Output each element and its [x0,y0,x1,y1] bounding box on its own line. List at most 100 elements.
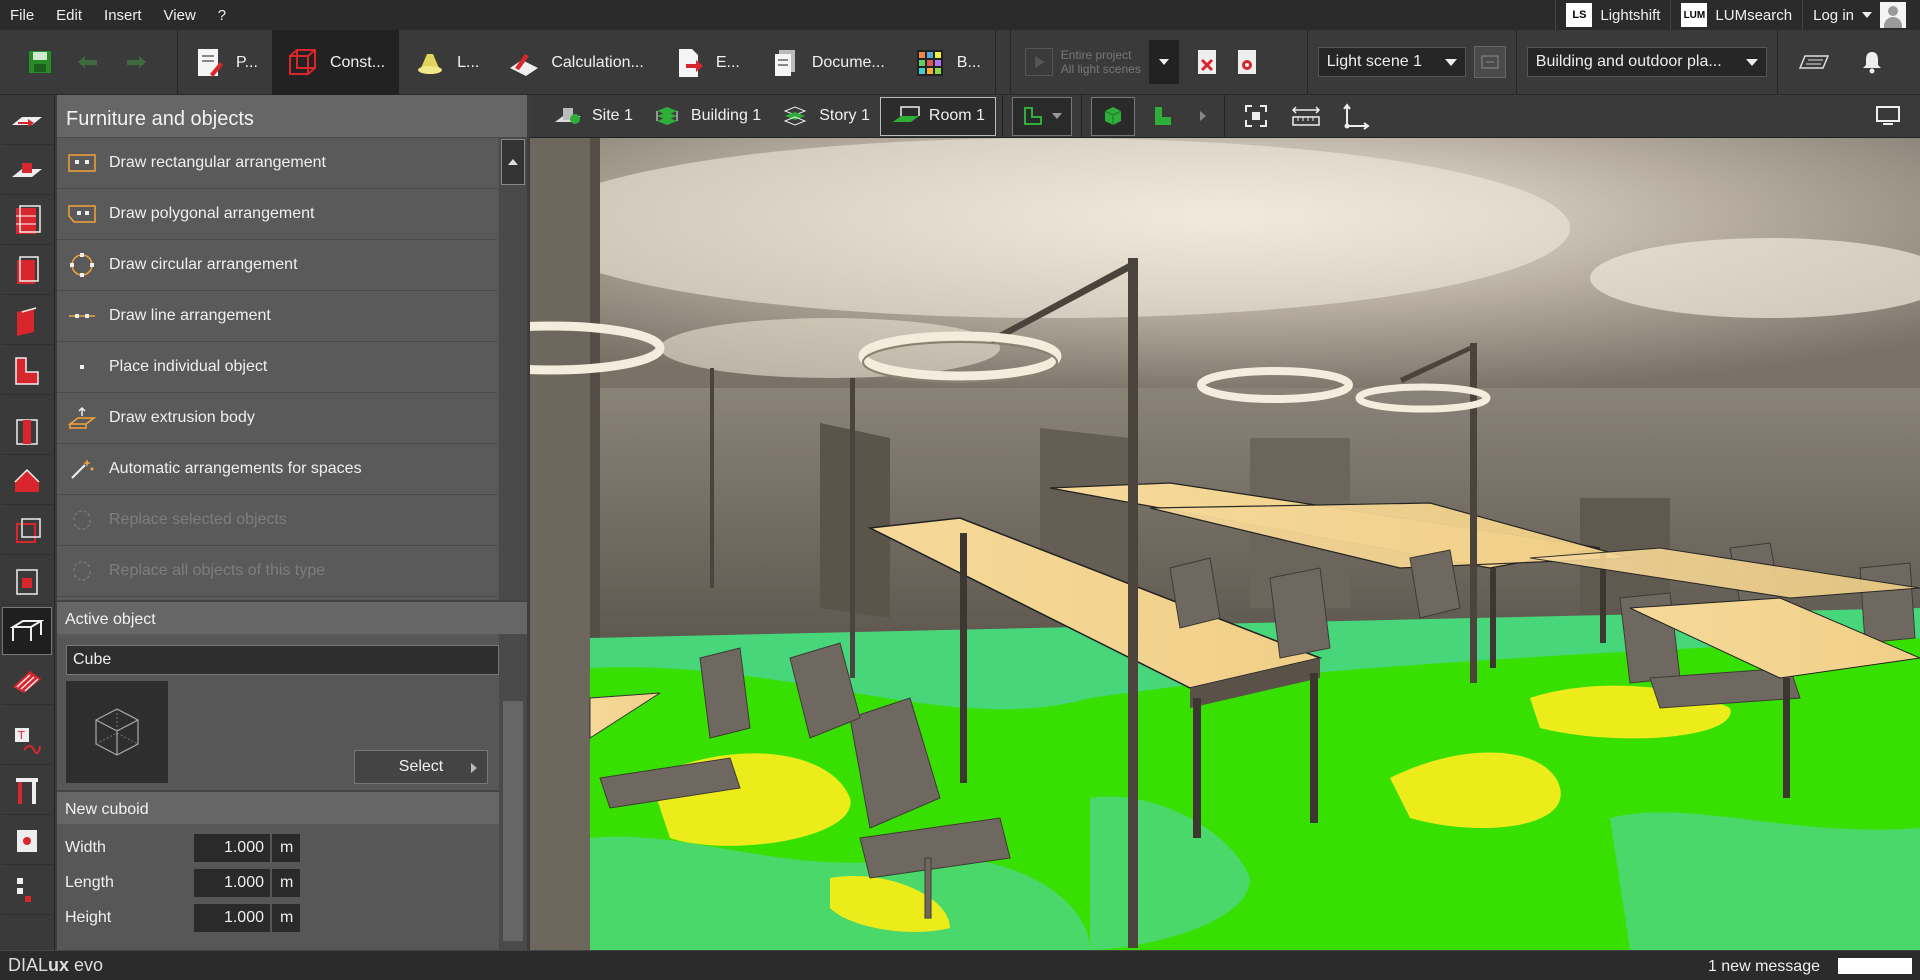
view-mode-dropdown[interactable]: Building and outdoor pla... [1526,47,1767,77]
list-item-extrusion-body[interactable]: Draw extrusion body [57,393,497,444]
list-item-circular-arrangement[interactable]: Draw circular arrangement [57,240,497,291]
active-object-header: Active object [57,600,527,634]
login-button[interactable]: Log in [1802,0,1920,30]
message-indicator[interactable] [1838,958,1912,974]
svg-text:T: T [17,729,25,742]
rect-arrangement-icon [67,152,97,174]
text-label-icon[interactable]: T [2,717,52,765]
menu-file[interactable]: File [0,7,46,24]
list-item-replace-all[interactable]: Replace all objects of this type [57,546,497,597]
replace-icon [67,509,97,531]
select-object-button[interactable]: Select [354,750,488,784]
tab-export-label: E... [715,53,740,71]
tab-export[interactable]: E... [658,30,754,95]
undo-icon[interactable] [68,42,108,82]
app-logo: DIALux evo [0,955,103,976]
tab-construction[interactable]: Const... [271,30,400,95]
light-scene-editor-icon[interactable] [1473,46,1506,78]
view-3d-button[interactable] [1090,96,1135,136]
room-floor-icon[interactable] [2,347,52,395]
roof-icon[interactable] [2,457,52,505]
list-item-polygonal-arrangement[interactable]: Draw polygonal arrangement [57,189,497,240]
width-input[interactable]: 1.000 [194,834,270,862]
lumsearch-label: LUMsearch [1715,6,1793,24]
keyboard-icon[interactable] [1794,42,1834,82]
scrollbar-thumb[interactable] [503,701,523,941]
3d-cube-icon [1104,107,1122,125]
message-count[interactable]: 1 new message [1708,958,1820,976]
chevron-down-icon [1745,58,1758,66]
cutout-icon[interactable] [2,407,52,455]
3d-viewport[interactable] [530,138,1920,950]
opening-icon[interactable] [2,557,52,605]
list-item-label: Draw polygonal arrangement [109,205,315,222]
tab-project[interactable]: P... [178,30,272,95]
fullscreen-button[interactable] [1866,97,1910,136]
main-toolbar: P... Const... L... Calculation... E... D… [0,30,1920,95]
menu-insert[interactable]: Insert [94,7,154,24]
dimension-button[interactable] [1284,97,1328,136]
start-calc-icon[interactable] [1024,48,1053,76]
place-site-icon[interactable] [2,147,52,195]
measure-icon[interactable] [2,867,52,915]
scroll-up-icon[interactable] [501,139,525,185]
material-icon[interactable] [2,657,52,705]
view-more-button[interactable] [1191,97,1215,136]
furniture-panel: Furniture and objects Draw rectangular a… [57,95,527,950]
list-item-line-arrangement[interactable]: Draw line arrangement [57,291,497,342]
tab-documentation[interactable]: Docume... [754,30,899,95]
breadcrumb-room[interactable]: Room 1 [879,96,996,136]
view-plan-dropdown[interactable] [1011,96,1072,136]
tab-calculation-label: Calculation... [551,53,644,71]
redo-icon[interactable] [116,42,156,82]
tab-luminaires[interactable]: L... [399,30,493,95]
list-item-rectangular-arrangement[interactable]: Draw rectangular arrangement [57,138,497,189]
import-plan-icon[interactable] [2,97,52,145]
furniture-table-icon[interactable] [2,607,52,655]
menu-help[interactable]: ? [208,7,238,24]
list-item-label: Draw circular arrangement [109,256,298,273]
properties-scrollbar[interactable] [499,695,527,950]
export-icon [672,46,706,80]
light-scene-dropdown[interactable]: Light scene 1 [1317,47,1466,77]
building-icon[interactable] [2,197,52,245]
view-floor-button[interactable] [1141,97,1185,136]
calc-scope-dropdown[interactable] [1148,40,1179,84]
lightshift-button[interactable]: LS Lightshift [1555,0,1670,30]
list-item-label: Draw extrusion body [109,409,255,426]
point-marker-icon[interactable] [2,817,52,865]
move-axis-button[interactable] [1334,97,1378,136]
active-object-name-field[interactable]: Cube [66,645,499,675]
tab-b[interactable]: B... [899,30,996,95]
save-icon[interactable] [20,42,60,82]
list-item-replace-selected[interactable]: Replace selected objects [57,495,497,546]
notification-bell-icon[interactable] [1852,42,1892,82]
calc-scope-line2: All light scenes [1060,62,1141,76]
box-icon[interactable] [2,507,52,555]
section-icon[interactable] [2,767,52,815]
story-icon[interactable] [2,247,52,295]
list-item-automatic-arrangements[interactable]: Automatic arrangements for spaces [57,444,497,495]
breadcrumb-story-label: Story 1 [819,107,870,124]
tab-calculation[interactable]: Calculation... [493,30,658,95]
wall-icon[interactable] [2,297,52,345]
breadcrumb-building[interactable]: Building 1 [643,97,771,136]
list-item-place-object[interactable]: Place individual object [57,342,497,393]
status-bar: DIALux evo 1 new message [0,950,1920,980]
breadcrumb-story[interactable]: Story 1 [771,97,880,136]
list-item-label: Replace selected objects [109,511,287,528]
menu-view[interactable]: View [154,7,208,24]
calc-settings-icon[interactable] [1227,42,1267,82]
breadcrumb-site[interactable]: Site 1 [544,97,643,136]
room-icon [891,104,920,128]
length-label: Length [65,874,114,891]
menu-edit[interactable]: Edit [46,7,94,24]
length-input[interactable]: 1.000 [194,869,270,897]
cancel-calc-icon[interactable] [1187,42,1227,82]
brand-bold: ux [48,955,70,975]
site-icon [554,104,582,128]
calc-group: Entire project All light scenes [1009,30,1308,94]
height-input[interactable]: 1.000 [194,904,270,932]
zoom-fit-button[interactable] [1234,97,1278,136]
lumsearch-button[interactable]: LUM LUMsearch [1670,0,1802,30]
